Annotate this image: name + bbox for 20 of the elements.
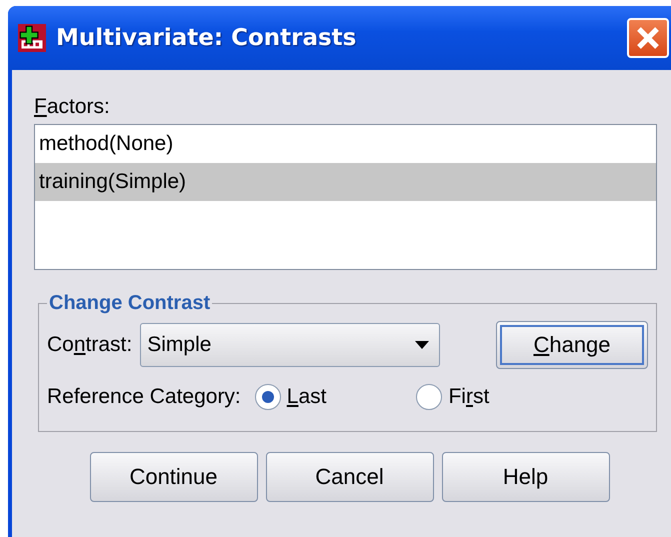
reference-category-label: Reference Category:	[47, 385, 241, 409]
radio-option[interactable]: First	[416, 384, 490, 410]
close-button[interactable]	[627, 18, 669, 58]
radio-option[interactable]: Last	[254, 384, 326, 410]
radio-button[interactable]	[254, 384, 281, 410]
factors-label: Factors:	[34, 94, 111, 120]
app-icon	[18, 24, 46, 52]
radio-button[interactable]	[416, 384, 442, 410]
factors-list[interactable]: method(None) training(Simple)	[34, 124, 657, 270]
dialog-button[interactable]: Continue	[90, 452, 258, 502]
list-item[interactable]: training(Simple)	[35, 163, 656, 201]
dialog-button[interactable]: Cancel	[266, 452, 434, 502]
change-button[interactable]: Change	[496, 321, 648, 369]
contrast-dropdown[interactable]: Simple	[140, 323, 440, 367]
group-title: Change Contrast	[48, 292, 212, 315]
window-title: Multivariate: Contrasts	[56, 25, 356, 51]
contrast-label: Contrast:	[47, 333, 132, 357]
dialog-button[interactable]: Help	[442, 452, 610, 502]
dropdown-arrow-icon	[415, 341, 430, 349]
list-item[interactable]: method(None)	[35, 125, 656, 163]
